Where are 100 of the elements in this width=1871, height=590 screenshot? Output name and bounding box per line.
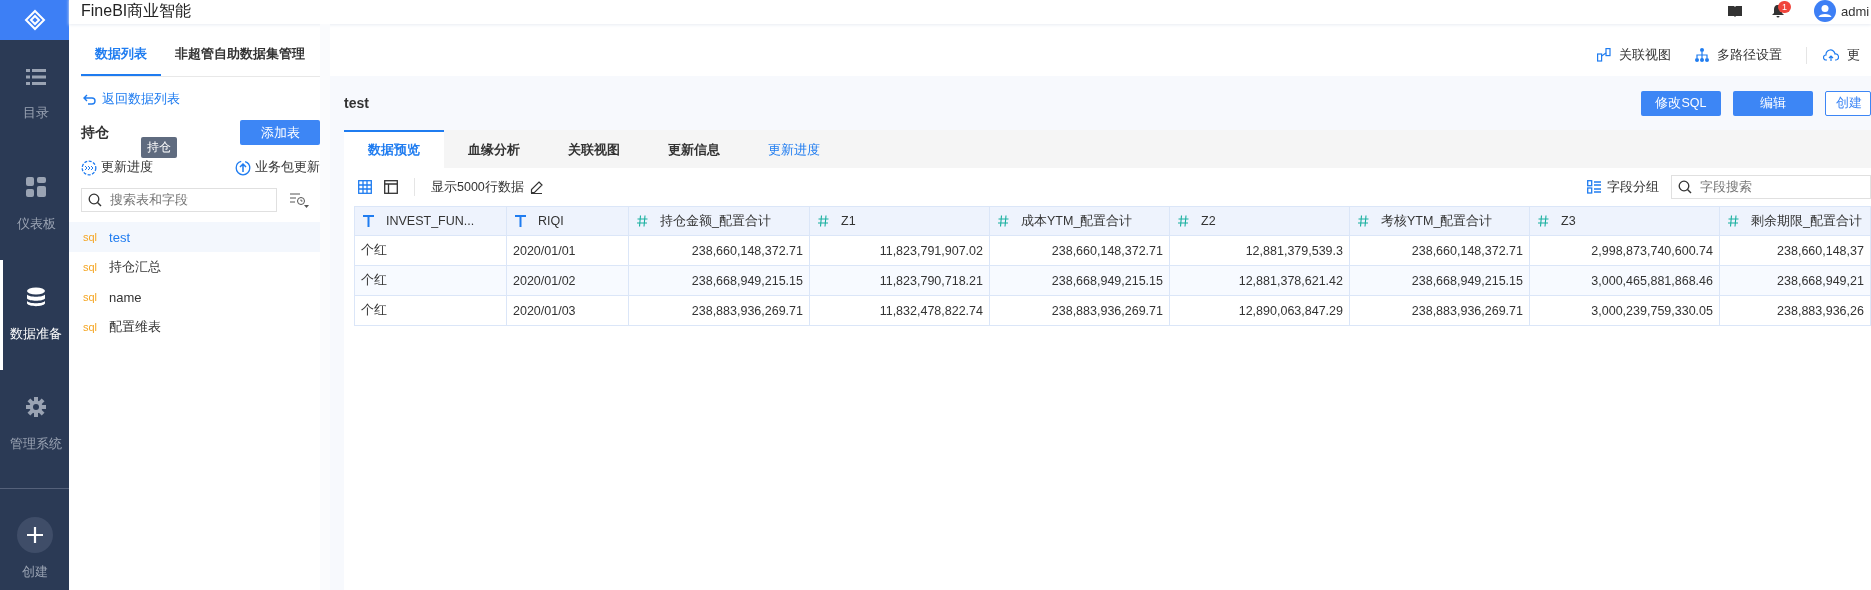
action-button[interactable]: 创建	[1825, 90, 1871, 116]
sidebar-item[interactable]: 数据准备	[0, 260, 69, 370]
table-cell: 11,823,791,907.02	[809, 235, 990, 266]
upload-icon	[235, 159, 251, 176]
table-cell: 11,823,790,718.21	[809, 265, 990, 296]
number-type-icon	[1728, 215, 1739, 227]
table-cell: 12,890,063,847.29	[1169, 295, 1350, 326]
action-button[interactable]: 修改SQL	[1641, 90, 1721, 116]
back-link[interactable]: 返回数据列表	[83, 91, 320, 108]
update-progress-link[interactable]: 更新进度	[81, 159, 153, 176]
table-type-label: sql	[83, 291, 98, 303]
tab[interactable]: 更新进度	[744, 130, 844, 168]
list-icon	[26, 68, 46, 86]
sidebar-item[interactable]: 仪表板	[0, 150, 69, 260]
tab[interactable]: 更新信息	[644, 130, 744, 168]
table-cell: 238,660,148,372.71	[628, 235, 810, 266]
table-cell: 238,660,148,372.71	[989, 235, 1170, 266]
dashboard-icon	[26, 177, 46, 197]
package-title: 持仓	[81, 123, 109, 142]
table-list-item[interactable]: sql test	[69, 222, 320, 252]
table-cell: 238,668,949,215.15	[1349, 265, 1530, 296]
back-arrow-icon	[83, 94, 96, 105]
table-cell: 11,832,478,822.74	[809, 295, 990, 326]
toolbar-link[interactable]: 关联视图	[1597, 46, 1671, 64]
row-limit-label: 显示5000行数据	[431, 178, 524, 196]
hierarchy-icon	[1695, 48, 1709, 62]
user-avatar-icon[interactable]	[1814, 0, 1836, 22]
search-field[interactable]: 搜索表和字段	[81, 188, 277, 212]
tooltip: 持仓	[141, 137, 177, 158]
table-cell: 12,881,379,539.3	[1169, 235, 1350, 266]
tab[interactable]: 非超管自助数据集管理	[161, 34, 319, 76]
table-cell: 238,883,936,269.71	[989, 295, 1170, 326]
table-cell: 3,000,239,759,330.05	[1529, 295, 1720, 326]
app-title: FineBI商业智能	[81, 0, 192, 21]
number-type-icon	[998, 215, 1009, 227]
pencil-icon[interactable]	[529, 180, 543, 194]
table-cell: 2,998,873,740,600.74	[1529, 235, 1720, 266]
number-type-icon	[637, 215, 648, 227]
field-group-icon	[1587, 180, 1601, 194]
table-list-item[interactable]: sql 配置维表	[69, 312, 320, 342]
tab[interactable]: 关联视图	[544, 130, 644, 168]
table-type-label: sql	[83, 231, 98, 243]
table-cell: 238,883,936,26	[1719, 295, 1871, 326]
table-cell: 238,883,936,269.71	[628, 295, 810, 326]
column-header[interactable]: 持仓金额_配置合计	[628, 206, 810, 236]
table-list-item[interactable]: sql 持仓汇总	[69, 252, 320, 282]
table-cell: 个红	[354, 235, 507, 266]
number-type-icon	[818, 215, 829, 227]
column-header[interactable]: 成本YTM_配置合计	[989, 206, 1170, 236]
column-header[interactable]: RIQI	[506, 206, 629, 236]
layout-view-icon[interactable]	[384, 180, 398, 194]
toolbar-link[interactable]: 多路径设置	[1695, 46, 1782, 64]
column-header[interactable]: 剩余期限_配置合计	[1719, 206, 1871, 236]
number-type-icon	[1358, 215, 1369, 227]
user-name[interactable]: admi	[1841, 3, 1871, 19]
tab[interactable]: 血缘分析	[444, 130, 544, 168]
relation-icon	[1597, 48, 1611, 62]
column-header[interactable]: Z1	[809, 206, 990, 236]
column-header[interactable]: 考核YTM_配置合计	[1349, 206, 1530, 236]
logo-icon[interactable]	[0, 0, 69, 40]
table-cell: 238,668,949,215.15	[628, 265, 810, 296]
table-cell: 238,660,148,372.71	[1349, 235, 1530, 266]
grid-view-icon[interactable]	[358, 180, 372, 194]
field-group-button[interactable]: 字段分组	[1587, 178, 1659, 196]
create-button[interactable]	[16, 517, 53, 553]
column-header[interactable]: INVEST_FUN...	[354, 206, 507, 236]
package-update-link[interactable]: 业务包更新	[235, 159, 320, 176]
field-search-field[interactable]: 字段搜索	[1671, 175, 1871, 199]
column-header[interactable]: Z2	[1169, 206, 1350, 236]
sidebar-item[interactable]: 目录	[0, 40, 69, 150]
sidebar-item[interactable]: 管理系统	[0, 370, 69, 480]
table-cell: 2020/01/02	[506, 265, 629, 296]
filter-icon[interactable]	[289, 192, 309, 208]
text-type-icon	[363, 215, 374, 227]
book-icon[interactable]	[1728, 5, 1742, 17]
table-cell: 238,668,949,21	[1719, 265, 1871, 296]
table-list-item[interactable]: sql name	[69, 282, 320, 312]
notification-badge: 1	[1778, 0, 1791, 13]
table-cell: 2020/01/03	[506, 295, 629, 326]
dataset-title: test	[344, 95, 369, 111]
gear-icon	[26, 397, 46, 417]
toolbar-link[interactable]: 更	[1806, 46, 1871, 64]
column-header[interactable]: Z3	[1529, 206, 1720, 236]
database-icon	[26, 287, 46, 307]
plus-icon	[25, 526, 44, 544]
table-cell: 238,883,936,269.71	[1349, 295, 1530, 326]
tab[interactable]: 数据预览	[344, 130, 444, 168]
text-type-icon	[515, 215, 526, 227]
table-cell: 12,881,378,621.42	[1169, 265, 1350, 296]
table-cell: 个红	[354, 265, 507, 296]
table-cell: 个红	[354, 295, 507, 326]
cloud-icon	[1823, 48, 1839, 62]
table-cell: 3,000,465,881,868.46	[1529, 265, 1720, 296]
table-cell: 2020/01/01	[506, 235, 629, 266]
add-table-button[interactable]: 添加表	[240, 120, 320, 145]
search-icon	[1678, 180, 1692, 194]
action-button[interactable]: 编辑	[1733, 90, 1813, 116]
table-cell: 238,660,148,37	[1719, 235, 1871, 266]
tab[interactable]: 数据列表	[81, 34, 161, 76]
create-label: 创建	[21, 563, 48, 581]
